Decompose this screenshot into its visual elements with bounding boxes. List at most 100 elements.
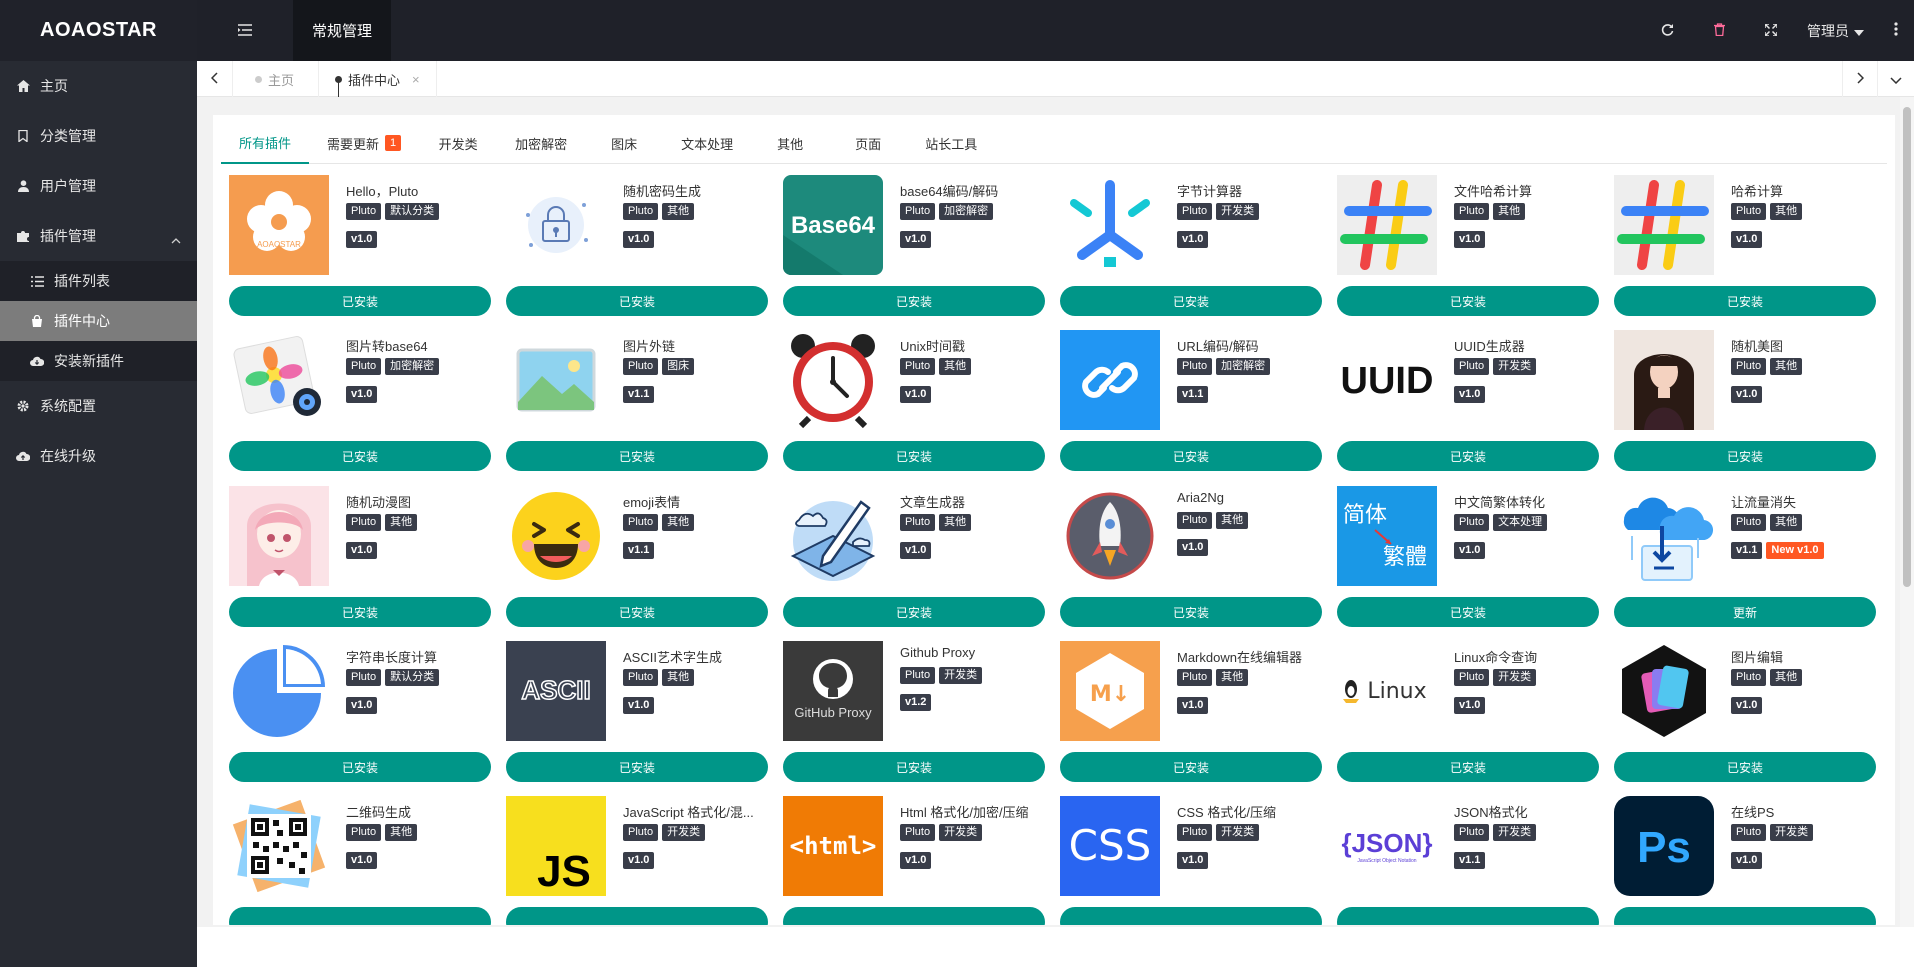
- filter-tab-text[interactable]: 文本处理: [663, 122, 751, 164]
- filter-tab-dev[interactable]: 开发类: [419, 122, 497, 164]
- fullscreen-button[interactable]: [1745, 0, 1797, 61]
- tabs-scroll-right-button[interactable]: [1842, 61, 1878, 97]
- install-button[interactable]: 已安装: [1337, 752, 1599, 782]
- sidebar-submenu: 插件列表 插件中心 安装新插件: [0, 261, 197, 381]
- install-button[interactable]: [229, 907, 491, 925]
- install-button[interactable]: 已安装: [783, 286, 1045, 316]
- install-button[interactable]: [1614, 907, 1876, 925]
- install-button[interactable]: 已安装: [1060, 597, 1322, 627]
- user-menu[interactable]: 管理员: [1797, 21, 1878, 41]
- refresh-icon: [1661, 23, 1674, 39]
- install-button[interactable]: 已安装: [783, 752, 1045, 782]
- plugin-name: Markdown在线编辑器: [1177, 650, 1302, 665]
- filter-tab-image-host[interactable]: 图床: [585, 122, 663, 164]
- plugin-card: Unix时间戳 Pluto 其他 v1.0 已安装: [783, 330, 1045, 471]
- install-button[interactable]: 已安装: [783, 441, 1045, 471]
- refresh-button[interactable]: [1641, 0, 1693, 61]
- plugin-tag: 默认分类: [385, 669, 440, 686]
- plugin-version: v1.0: [900, 542, 932, 559]
- plugin-name: 文件哈希计算: [1454, 184, 1533, 199]
- install-button[interactable]: 已安装: [229, 286, 491, 316]
- install-button[interactable]: 已安装: [229, 597, 491, 627]
- page-scrollbar[interactable]: [1900, 97, 1914, 927]
- filter-tab-page[interactable]: 页面: [829, 122, 907, 164]
- install-button[interactable]: 已安装: [1614, 441, 1876, 471]
- gear-icon: [16, 399, 30, 413]
- install-button[interactable]: 已安装: [1060, 286, 1322, 316]
- menu-toggle-button[interactable]: [197, 0, 293, 61]
- tabs-scroll-left-button[interactable]: [197, 61, 233, 97]
- clear-cache-button[interactable]: [1693, 0, 1745, 61]
- plugin-name: 图片编辑: [1731, 650, 1784, 665]
- filter-tab-needs-update[interactable]: 需要更新 1: [309, 122, 419, 164]
- plugin-version: v1.1: [1177, 386, 1209, 403]
- install-button[interactable]: [1337, 907, 1599, 925]
- install-button[interactable]: 已安装: [1614, 286, 1876, 316]
- filter-tab-all[interactable]: 所有插件: [221, 122, 310, 164]
- install-button[interactable]: 已安装: [1337, 597, 1599, 627]
- plugin-tag: 其他: [939, 358, 972, 375]
- plugin-tag: Pluto: [1454, 514, 1490, 531]
- install-button[interactable]: 已安装: [506, 752, 768, 782]
- filter-tab-other[interactable]: 其他: [751, 122, 829, 164]
- plugin-tag: Pluto: [900, 358, 936, 375]
- sidebar-item-home[interactable]: 主页: [0, 61, 197, 111]
- tabs-menu-button[interactable]: [1878, 61, 1914, 97]
- install-button[interactable]: 已安装: [783, 597, 1045, 627]
- sidebar-item-system-config[interactable]: 系统配置: [0, 381, 197, 431]
- install-button[interactable]: 已安装: [229, 752, 491, 782]
- plugin-tag: 其他: [1770, 669, 1803, 686]
- install-button[interactable]: 已安装: [506, 286, 768, 316]
- filter-tab-crypto[interactable]: 加密解密: [497, 122, 585, 164]
- sidebar-item-categories[interactable]: 分类管理: [0, 111, 197, 161]
- cloud-upload-icon: [16, 449, 30, 463]
- page-tab-plugin-center[interactable]: 插件中心 ×: [319, 61, 437, 97]
- sidebar-item-plugin-list[interactable]: 插件列表: [0, 261, 197, 301]
- filter-tab-webmaster[interactable]: 站长工具: [907, 122, 995, 164]
- plugin-tag: 其他: [662, 203, 695, 220]
- sidebar-item-label: 系统配置: [40, 398, 96, 414]
- app-logo[interactable]: AOAOSTAR: [0, 0, 197, 61]
- plugin-tag: Pluto: [1731, 824, 1767, 841]
- install-button[interactable]: [506, 907, 768, 925]
- plugin-tag: 其他: [1493, 203, 1526, 220]
- module-tab[interactable]: 常规管理: [293, 0, 391, 61]
- plugin-name: Unix时间戳: [900, 339, 966, 354]
- sidebar-item-plugin-center[interactable]: 插件中心: [0, 301, 197, 341]
- plugin-thumbnail: [229, 486, 329, 586]
- page-tab-label: 插件中心: [348, 72, 401, 88]
- sidebar-item-online-upgrade[interactable]: 在线升级: [0, 431, 197, 481]
- plugin-card: <html> Html 格式化/加密/压缩 Pluto 开发类 v1.0: [783, 796, 1045, 925]
- install-button[interactable]: 已安装: [1614, 752, 1876, 782]
- install-button[interactable]: 已安装: [1060, 752, 1322, 782]
- install-button[interactable]: 已安装: [1060, 441, 1322, 471]
- svg-text:<html>: <html>: [790, 832, 877, 860]
- plugin-tag: 文本处理: [1493, 514, 1548, 531]
- plugin-tag: Pluto: [623, 358, 659, 375]
- install-button[interactable]: 已安装: [1337, 441, 1599, 471]
- more-button[interactable]: [1878, 0, 1914, 61]
- sidebar-item-plugins[interactable]: 插件管理: [0, 211, 197, 261]
- scrollbar-thumb[interactable]: [1903, 107, 1911, 587]
- plugin-card: {JSON} JavaScript Object Notation JSON格式化…: [1337, 796, 1599, 925]
- install-button[interactable]: [783, 907, 1045, 925]
- sidebar-item-users[interactable]: 用户管理: [0, 161, 197, 211]
- install-button[interactable]: 已安装: [506, 597, 768, 627]
- plugin-name: Aria2Ng: [1177, 490, 1224, 505]
- plugin-name: 二维码生成: [346, 805, 412, 820]
- list-icon: [30, 274, 44, 288]
- plugin-tag: 加密解密: [385, 358, 440, 375]
- plugin-tag: 加密解密: [939, 203, 994, 220]
- install-button[interactable]: 已安装: [506, 441, 768, 471]
- close-tab-icon[interactable]: ×: [412, 72, 420, 87]
- install-button[interactable]: 已安装: [1337, 286, 1599, 316]
- update-button[interactable]: 更新: [1614, 597, 1876, 627]
- page-tab-home[interactable]: 主页: [233, 61, 320, 97]
- plugin-name: 随机密码生成: [623, 184, 702, 199]
- plugin-version: v1.0: [623, 231, 655, 248]
- plugin-name: 图片转base64: [346, 339, 428, 354]
- sidebar-item-install-plugin[interactable]: 安装新插件: [0, 341, 197, 381]
- plugin-card: 随机动漫图 Pluto 其他 v1.0 已安装: [229, 486, 491, 627]
- install-button[interactable]: [1060, 907, 1322, 925]
- install-button[interactable]: 已安装: [229, 441, 491, 471]
